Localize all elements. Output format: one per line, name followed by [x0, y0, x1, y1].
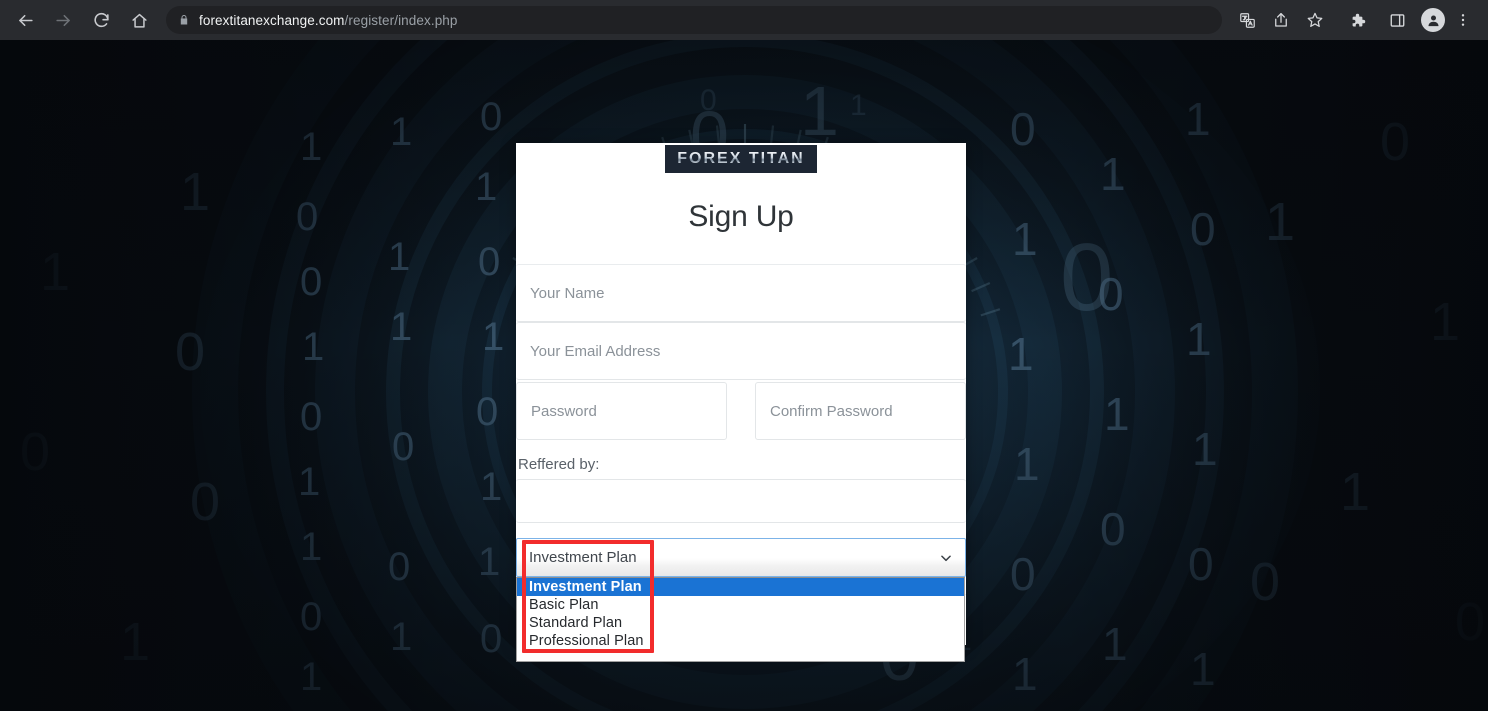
reload-button[interactable]	[84, 3, 118, 37]
page-viewport: 100 110 011 010 100 101 101 111 001 010 …	[0, 40, 1488, 711]
brand-logo: FOREX TITAN	[665, 145, 817, 173]
browser-toolbar: forextitanexchange.com/register/index.ph…	[0, 0, 1488, 40]
investment-plan-options-list[interactable]: Investment Plan Basic Plan Standard Plan…	[516, 577, 965, 662]
bookmark-star-icon[interactable]	[1300, 5, 1330, 35]
page-title: Sign Up	[688, 200, 794, 233]
address-bar[interactable]: forextitanexchange.com/register/index.ph…	[166, 6, 1222, 34]
forward-button[interactable]	[46, 3, 80, 37]
name-field-row	[516, 264, 966, 322]
options-list-padding	[517, 650, 964, 661]
translate-icon[interactable]	[1232, 5, 1262, 35]
share-icon[interactable]	[1266, 5, 1296, 35]
signup-form: Reffered by: Investment Plan Investment …	[516, 264, 966, 662]
card-header: FOREX TITAN Sign Up	[516, 145, 966, 264]
field-spacer	[727, 382, 755, 440]
plan-option-investment-plan[interactable]: Investment Plan	[517, 578, 964, 597]
investment-plan-select[interactable]: Investment Plan	[516, 538, 966, 577]
home-button[interactable]	[122, 3, 156, 37]
extensions-puzzle-icon[interactable]	[1342, 5, 1372, 35]
reload-icon	[93, 12, 109, 27]
name-input[interactable]	[516, 264, 966, 322]
home-icon	[131, 13, 147, 28]
email-input[interactable]	[516, 322, 966, 380]
three-dot-menu-icon[interactable]	[1452, 5, 1474, 35]
arrow-right-icon	[55, 14, 70, 26]
password-input[interactable]	[516, 382, 727, 440]
arrow-left-icon	[18, 14, 33, 26]
profile-avatar-icon[interactable]	[1421, 8, 1445, 32]
side-panel-icon[interactable]	[1382, 5, 1412, 35]
signup-card: FOREX TITAN Sign Up Reffered by: Inv	[516, 143, 966, 662]
toolbar-actions	[1230, 5, 1488, 35]
brand-logo-text: FOREX TITAN	[677, 150, 805, 167]
investment-plan-selected-value: Investment Plan	[529, 549, 637, 566]
password-field-row	[516, 380, 966, 440]
back-button[interactable]	[8, 3, 42, 37]
lock-icon	[178, 14, 190, 26]
url-text: forextitanexchange.com/register/index.ph…	[199, 13, 458, 28]
chevron-down-icon	[939, 551, 953, 565]
referred-by-input[interactable]	[516, 479, 966, 523]
confirm-password-input[interactable]	[755, 382, 966, 440]
plan-option-standard-plan[interactable]: Standard Plan	[517, 614, 964, 632]
investment-plan-select-wrapper: Investment Plan Investment Plan Basic Pl…	[516, 538, 966, 662]
plan-option-professional-plan[interactable]: Professional Plan	[517, 633, 964, 651]
url-domain: forextitanexchange.com	[199, 12, 345, 28]
plan-option-basic-plan[interactable]: Basic Plan	[517, 596, 964, 614]
url-path: /register/index.php	[344, 12, 458, 28]
email-field-row	[516, 322, 966, 380]
referred-by-label: Reffered by:	[518, 456, 600, 473]
